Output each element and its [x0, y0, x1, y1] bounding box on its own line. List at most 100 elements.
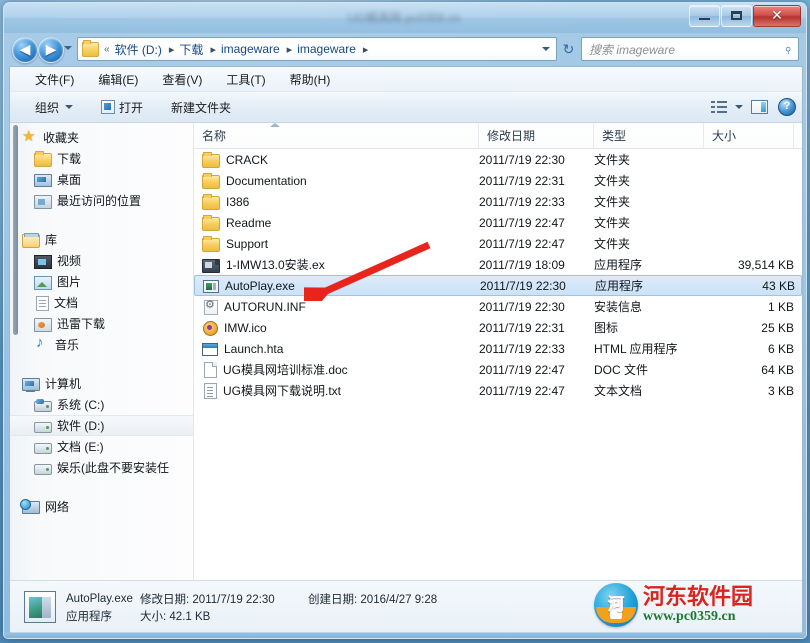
file-name-cell: IMW.ico — [194, 320, 479, 336]
nav-item-documents[interactable]: 文档 — [10, 292, 193, 313]
preview-pane-icon[interactable] — [751, 100, 768, 114]
nav-item-music[interactable]: 音乐 — [10, 334, 193, 355]
file-name-text: Readme — [226, 215, 272, 230]
breadcrumb-dropdown-icon[interactable] — [542, 47, 550, 51]
minimize-button[interactable] — [689, 5, 720, 27]
menu-edit[interactable]: 编辑(E) — [89, 68, 147, 91]
nav-item-desktop[interactable]: 桌面 — [10, 169, 193, 190]
nav-item-thunder-download[interactable]: 迅雷下载 — [10, 313, 193, 334]
nav-item-videos[interactable]: 视频 — [10, 250, 193, 271]
help-icon[interactable]: ? — [778, 98, 796, 116]
table-row[interactable]: AUTORUN.INF 2011/7/19 22:30 安装信息 1 KB — [194, 296, 802, 317]
split-container: 收藏夹 下载 桌面 最近访问的位置 — [10, 123, 802, 580]
column-header-blank[interactable] — [794, 123, 802, 148]
file-name-cell: Support — [194, 235, 479, 252]
organize-button[interactable]: 组织 — [28, 95, 80, 120]
nav-item-recent-places[interactable]: 最近访问的位置 — [10, 190, 193, 211]
nav-item-drive-e[interactable]: 文档 (E:) — [10, 436, 193, 457]
menu-view[interactable]: 查看(V) — [153, 68, 211, 91]
table-row[interactable]: I386 2011/7/19 22:33 文件夹 — [194, 191, 802, 212]
table-row[interactable]: Readme 2011/7/19 22:47 文件夹 — [194, 212, 802, 233]
navigation-scrollbar[interactable] — [13, 125, 18, 335]
nav-item-pictures-label: 图片 — [57, 275, 82, 289]
file-size-cell: 6 KB — [767, 341, 794, 356]
file-date-cell: 2011/7/19 18:09 — [479, 257, 565, 272]
menu-bar: 文件(F) 编辑(E) 查看(V) 工具(T) 帮助(H) — [10, 67, 802, 92]
view-chevron-down-icon[interactable] — [735, 105, 743, 109]
file-name-text: 1-IMW13.0安装.ex — [226, 258, 325, 272]
new-folder-button[interactable]: 新建文件夹 — [164, 95, 238, 120]
breadcrumb-separator-2[interactable]: ▸ — [283, 41, 295, 58]
forward-button[interactable]: ▶ — [38, 37, 64, 63]
breadcrumb-item-2[interactable]: imageware — [218, 40, 283, 58]
video-icon — [34, 254, 52, 269]
details-text: AutoPlay.exe 修改日期: 2011/7/19 22:30 创建日期:… — [66, 589, 437, 625]
window-title: UG模具网 pc0359.cn — [347, 11, 461, 25]
close-button[interactable]: ✕ — [753, 5, 801, 27]
breadcrumb-item-3[interactable]: imageware — [294, 40, 359, 58]
nav-item-drive-f[interactable]: 娱乐(此盘不要安装任 — [10, 457, 193, 478]
nav-group-computer: 计算机 系统 (C:) 软件 (D:) 文档 (E:) 娱乐(此盘不要安装任 — [10, 373, 193, 478]
change-view-icon[interactable] — [711, 100, 728, 114]
nav-item-drive-c[interactable]: 系统 (C:) — [10, 394, 193, 415]
breadcrumb-address-bar[interactable]: « 软件 (D:) ▸ 下载 ▸ imageware ▸ imageware ▸ — [77, 37, 557, 61]
file-name-text: UG模具网下载说明.txt — [223, 384, 342, 398]
explorer-window: UG模具网 pc0359.cn ✕ ◀ ▶ « 软件 (D:) ▸ 下载 ▸ i… — [3, 2, 807, 639]
search-box[interactable]: 搜索 imageware ⌕ — [581, 37, 799, 61]
nav-item-downloads[interactable]: 下载 — [10, 148, 193, 169]
menu-tools[interactable]: 工具(T) — [217, 68, 274, 91]
breadcrumb-item-0[interactable]: 软件 (D:) — [112, 39, 165, 60]
file-name-cell: Launch.hta — [194, 342, 479, 356]
open-button[interactable]: 打开 — [94, 95, 150, 120]
close-icon: ✕ — [771, 7, 783, 23]
back-button[interactable]: ◀ — [12, 37, 38, 63]
table-row[interactable]: CRACK 2011/7/19 22:30 文件夹 — [194, 149, 802, 170]
nav-header-libraries[interactable]: 库 — [10, 229, 193, 250]
file-size-cell: 25 KB — [761, 320, 794, 335]
nav-item-recent-places-label: 最近访问的位置 — [57, 194, 142, 208]
breadcrumb-item-1[interactable]: 下载 — [176, 39, 206, 60]
address-bar-row: ◀ ▶ « 软件 (D:) ▸ 下载 ▸ imageware ▸ imagewa… — [4, 33, 806, 66]
breadcrumb-separator-0[interactable]: ▸ — [165, 41, 177, 58]
title-bar[interactable]: UG模具网 pc0359.cn ✕ — [4, 3, 806, 33]
table-row[interactable]: UG模具网下载说明.txt 2011/7/19 22:47 文本文档 3 KB — [194, 380, 802, 401]
column-header-name[interactable]: 名称 — [194, 123, 479, 148]
refresh-button[interactable]: ↻ — [560, 41, 577, 57]
open-label: 打开 — [119, 100, 144, 115]
thunder-download-icon — [34, 317, 52, 332]
nav-header-favorites[interactable]: 收藏夹 — [10, 127, 193, 148]
table-row-selected[interactable]: AutoPlay.exe 2011/7/19 22:30 应用程序 43 KB — [194, 275, 802, 296]
column-header-date[interactable]: 修改日期 — [479, 123, 594, 148]
file-name-text: IMW.ico — [224, 320, 267, 335]
drive-icon — [34, 442, 52, 454]
table-row[interactable]: 1-IMW13.0安装.ex 2011/7/19 18:09 应用程序 39,5… — [194, 254, 802, 275]
table-row[interactable]: Documentation 2011/7/19 22:31 文件夹 — [194, 170, 802, 191]
column-header-type[interactable]: 类型 — [594, 123, 704, 148]
table-row[interactable]: UG模具网培训标准.doc 2011/7/19 22:47 DOC 文件 64 … — [194, 359, 802, 380]
table-row[interactable]: IMW.ico 2011/7/19 22:31 图标 25 KB — [194, 317, 802, 338]
nav-item-pictures[interactable]: 图片 — [10, 271, 193, 292]
menu-file[interactable]: 文件(F) — [26, 68, 83, 91]
maximize-button[interactable] — [721, 5, 752, 27]
details-modified: 修改日期: 2011/7/19 22:30 — [140, 591, 308, 607]
forward-arrow-icon: ▶ — [45, 41, 57, 57]
column-header-size[interactable]: 大小 — [704, 123, 794, 148]
menu-help[interactable]: 帮助(H) — [281, 68, 340, 91]
nav-item-documents-label: 文档 — [54, 296, 79, 310]
details-created: 创建日期: 2016/4/27 9:28 — [308, 591, 437, 607]
search-input[interactable]: 搜索 imageware — [582, 41, 778, 58]
table-row[interactable]: Launch.hta 2011/7/19 22:33 HTML 应用程序 6 K… — [194, 338, 802, 359]
recent-pages-dropdown-icon[interactable] — [64, 46, 72, 50]
breadcrumb-separator-3[interactable]: ▸ — [359, 41, 371, 58]
nav-item-drive-d[interactable]: 软件 (D:) — [10, 415, 193, 436]
breadcrumb-separator-1[interactable]: ▸ — [206, 41, 218, 58]
breadcrumb-overflow-chevron[interactable]: « — [102, 42, 112, 57]
nav-header-network[interactable]: 网络 — [10, 496, 193, 517]
file-date-cell: 2011/7/19 22:30 — [480, 278, 566, 293]
file-size-cell: 39,514 KB — [737, 257, 794, 272]
command-toolbar: 组织 打开 新建文件夹 ? — [10, 92, 802, 123]
nav-header-computer[interactable]: 计算机 — [10, 373, 193, 394]
table-row[interactable]: Support 2011/7/19 22:47 文件夹 — [194, 233, 802, 254]
file-name-cell: 1-IMW13.0安装.ex — [194, 256, 479, 273]
file-date-cell: 2011/7/19 22:31 — [479, 320, 565, 335]
